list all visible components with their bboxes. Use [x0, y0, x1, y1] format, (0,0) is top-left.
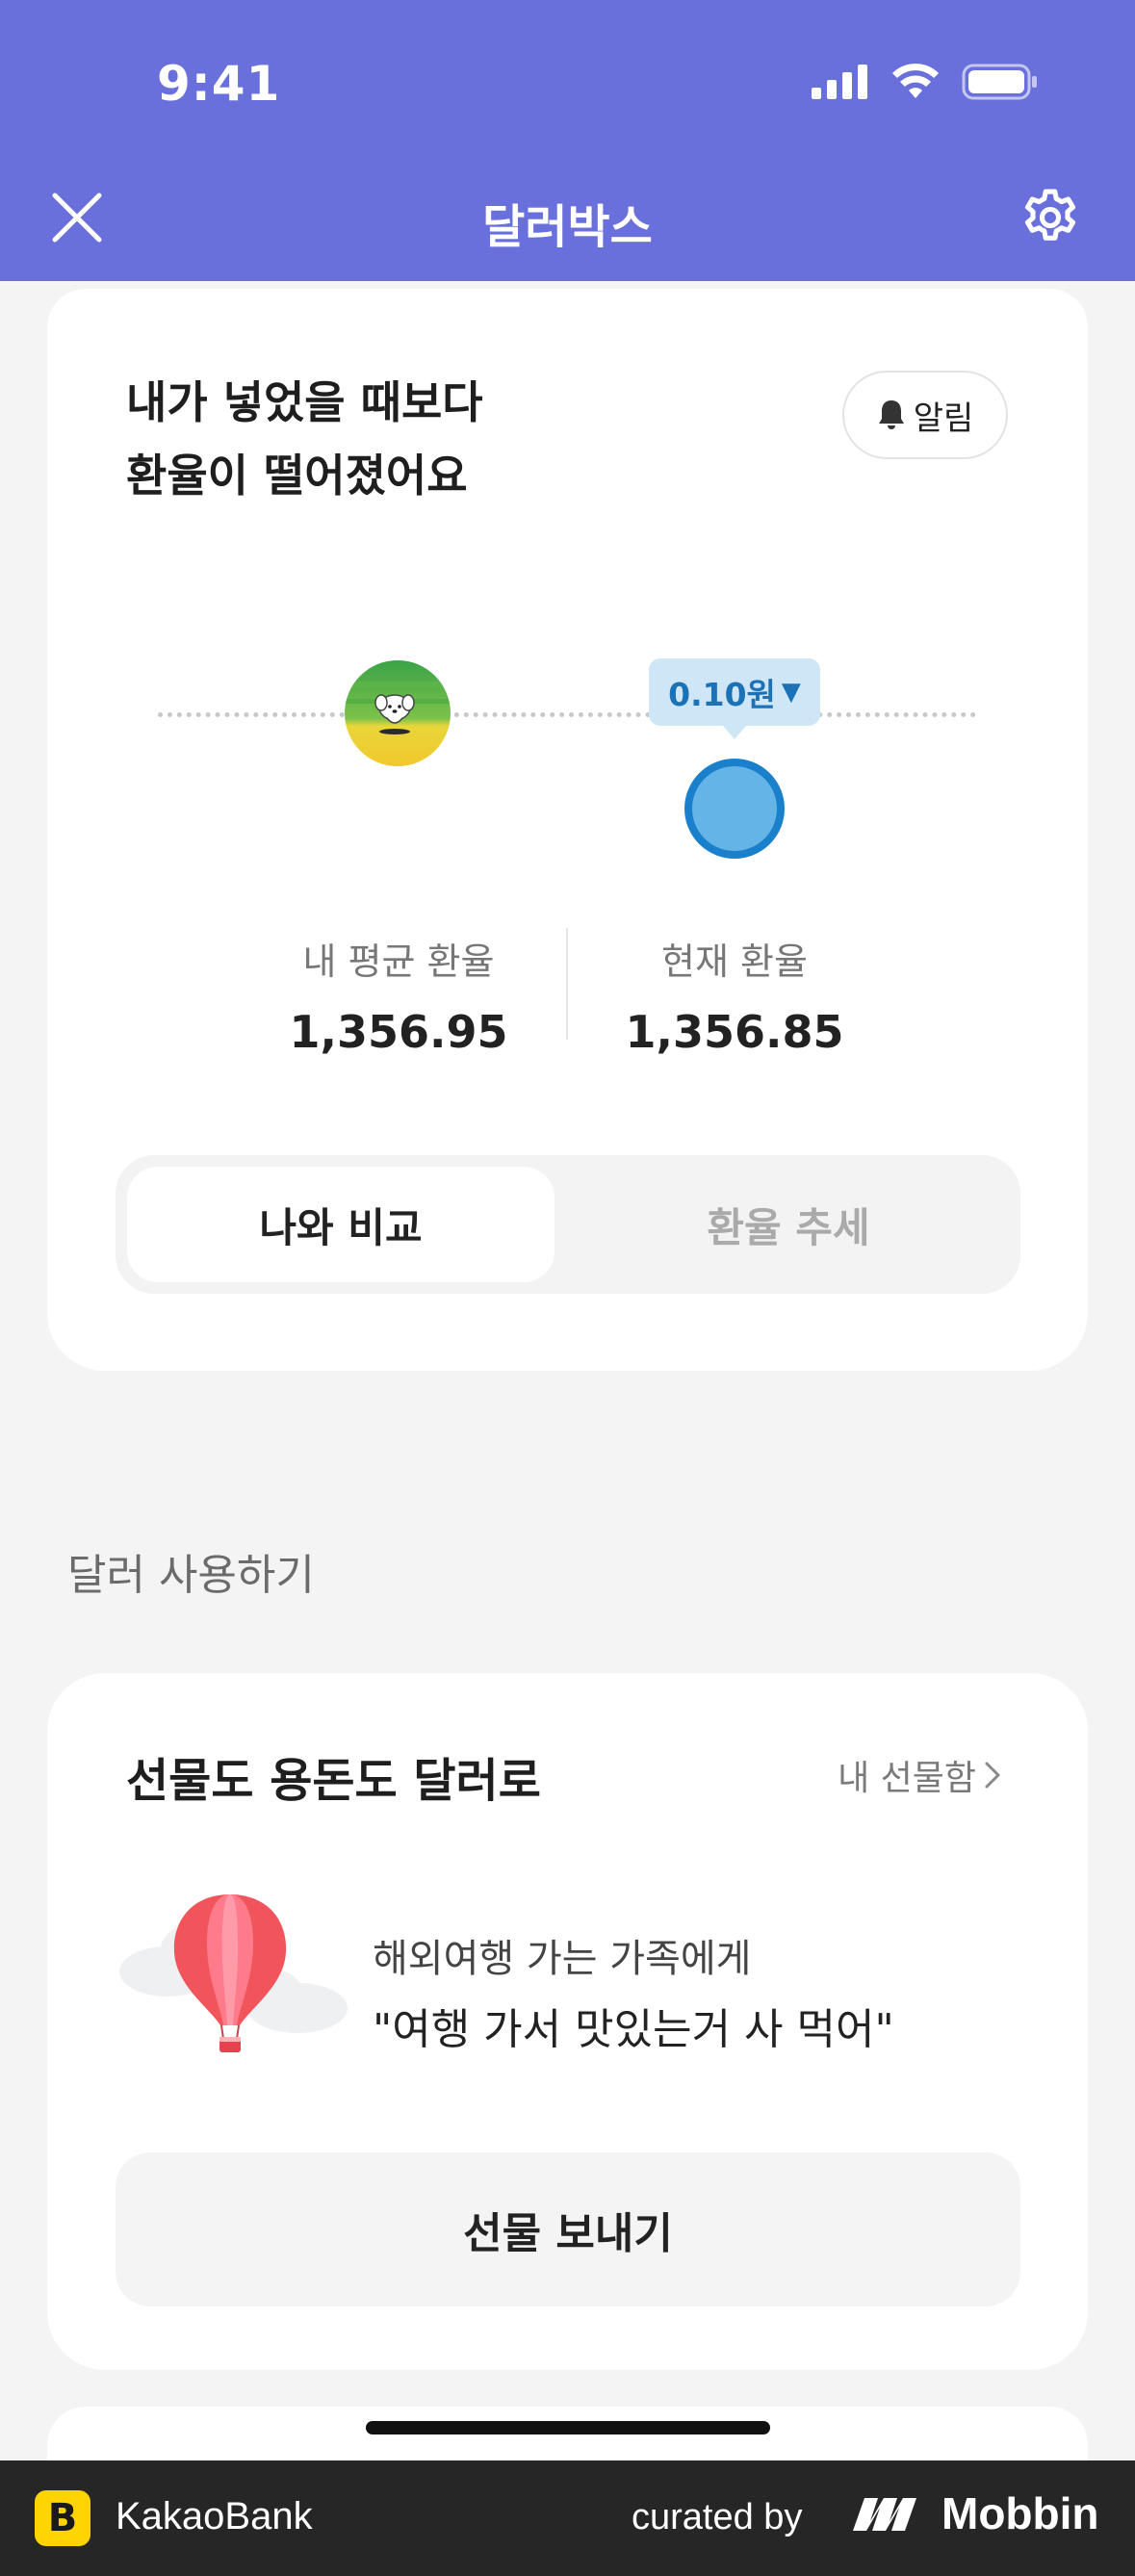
battery-icon — [962, 64, 1037, 100]
curated-by-label: curated by — [632, 2497, 803, 2537]
my-gift-box-label: 내 선물함 — [838, 1759, 976, 1798]
mobbin-brand: Mobbin — [851, 2487, 1099, 2539]
rate-headline: 내가 넣었을 때보다 환율이 떨어졌어요 — [126, 366, 483, 512]
bell-icon — [878, 400, 904, 429]
exchange-rate-card: 내가 넣었을 때보다 환율이 떨어졌어요 알림 0.10원 ▼ 내 평균 환율 … — [47, 289, 1088, 1371]
gift-message: "여행 가서 맛있는거 사 먹어" — [373, 2005, 894, 2054]
send-gift-button[interactable]: 선물 보내기 — [116, 2152, 1020, 2306]
page-title: 달러박스 — [482, 200, 653, 254]
signal-icon — [812, 64, 867, 99]
hot-air-balloon-illustration — [119, 1885, 350, 2068]
current-rate-marker — [684, 759, 785, 859]
rate-diff-badge: 0.10원 ▼ — [649, 658, 820, 739]
status-time: 9:41 — [157, 56, 281, 112]
wifi-icon — [892, 64, 939, 98]
tab-compare-with-me[interactable]: 나와 비교 — [127, 1167, 555, 1282]
alarm-button[interactable]: 알림 — [842, 371, 1008, 459]
attribution-footer: B KakaoBank curated by Mobbin — [0, 2460, 1135, 2576]
tab-rate-trend[interactable]: 환율 추세 — [568, 1167, 1009, 1282]
rate-diff-value: 0.10원 — [668, 676, 776, 713]
rate-track-line — [158, 712, 976, 717]
mobbin-name: Mobbin — [942, 2488, 1099, 2538]
current-rate-stat: 현재 환율 1,356.85 — [590, 932, 879, 1058]
average-rate-stat: 내 평균 환율 1,356.95 — [254, 932, 543, 1058]
settings-button[interactable] — [1004, 179, 1096, 256]
kakaobank-logo-icon: B — [35, 2490, 90, 2546]
hot-air-balloon-icon — [119, 1894, 348, 2052]
app-header: 9:41 달러박스 — [0, 0, 1135, 281]
character-avatar — [345, 660, 451, 766]
headline-line-2: 환율이 떨어졌어요 — [126, 450, 468, 502]
section-title: 달러 사용하기 — [67, 1551, 315, 1600]
gear-icon — [1024, 189, 1076, 241]
chevron-right-icon — [985, 1762, 1000, 1789]
view-toggle: 나와 비교 환율 추세 — [116, 1155, 1020, 1294]
gift-card-title: 선물도 용돈도 달러로 — [126, 1754, 541, 1808]
character-icon — [345, 660, 451, 766]
headline-line-1: 내가 넣었을 때보다 — [126, 376, 483, 428]
average-rate-label: 내 평균 환율 — [302, 940, 495, 983]
gift-subtitle: 해외여행 가는 가족에게 — [373, 1937, 752, 1981]
down-arrow-icon: ▼ — [781, 678, 801, 707]
current-rate-value: 1,356.85 — [625, 1006, 844, 1058]
average-rate-value: 1,356.95 — [289, 1006, 508, 1058]
current-rate-label: 현재 환율 — [661, 940, 808, 983]
status-icons — [812, 64, 1039, 100]
alarm-label: 알림 — [913, 399, 974, 438]
my-gift-box-link[interactable]: 내 선물함 — [838, 1750, 1001, 1800]
gift-card: 선물도 용돈도 달러로 내 선물함 해외여행 가는 가족에게 "여행 가서 맛있… — [47, 1673, 1088, 2370]
stat-divider — [566, 928, 568, 1040]
home-indicator — [366, 2421, 770, 2434]
app-name: KakaoBank — [116, 2495, 313, 2537]
mobbin-logo-icon — [853, 2498, 916, 2531]
